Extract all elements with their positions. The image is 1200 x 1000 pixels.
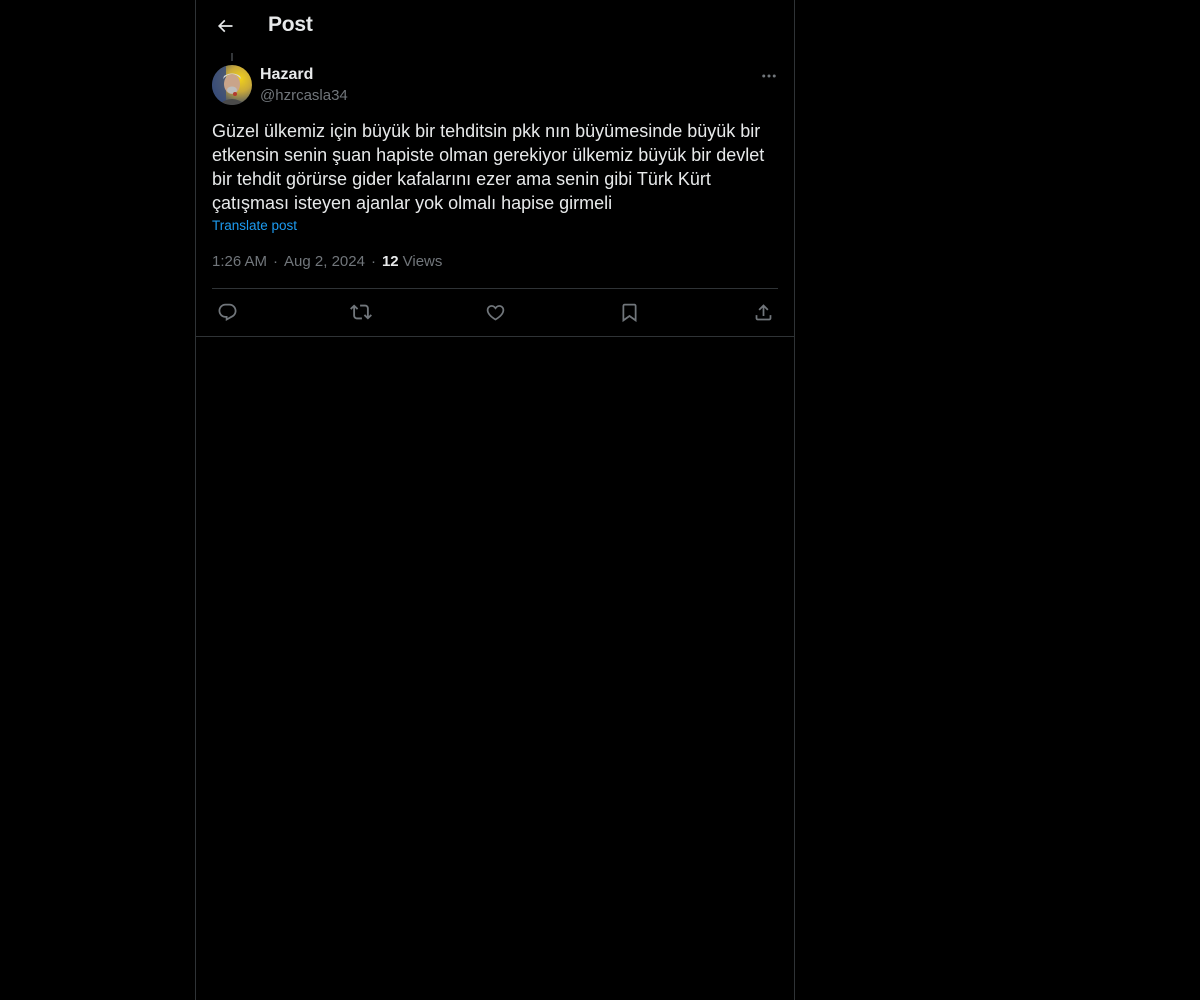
views-count: 12 (381, 253, 399, 270)
avatar[interactable] (212, 65, 252, 105)
repost-icon (350, 301, 372, 323)
divider (212, 288, 778, 289)
repost-button[interactable] (346, 297, 376, 327)
heart-icon (485, 302, 506, 323)
more-options-button[interactable] (754, 61, 784, 91)
meta-separator: · (273, 253, 279, 270)
post: Hazard @hzrcasla34 Güzel ülkemiz için bü… (196, 61, 794, 336)
post-date[interactable]: Aug 2, 2024 (284, 253, 365, 270)
author-name[interactable]: Hazard (260, 65, 348, 85)
bookmark-button[interactable] (614, 297, 644, 327)
post-text: Güzel ülkemiz için büyük bir tehditsin p… (212, 121, 765, 213)
reply-icon (217, 302, 238, 323)
page-title: Post (268, 13, 313, 36)
translate-post-link[interactable]: Translate post (212, 218, 297, 233)
post-meta: 1:26 AM · Aug 2, 2024 · 12 Views (212, 253, 442, 270)
arrow-left-icon (215, 16, 235, 36)
meta-separator: · (370, 253, 376, 270)
author-block: Hazard @hzrcasla34 (260, 65, 348, 106)
top-bar: Post (196, 0, 794, 53)
like-button[interactable] (480, 297, 510, 327)
more-horizontal-icon (760, 67, 778, 85)
author-handle[interactable]: @hzrcasla34 (260, 86, 348, 106)
back-button[interactable] (208, 9, 242, 43)
post-bottom-divider (196, 336, 794, 337)
thread-connector-line (231, 53, 233, 61)
share-button[interactable] (748, 297, 778, 327)
share-icon (753, 302, 774, 323)
action-bar (212, 296, 778, 328)
main-column: Post Hazard @hzrcasla34 Güzel ülkemiz iç… (195, 0, 795, 1000)
reply-button[interactable] (212, 297, 242, 327)
post-time[interactable]: 1:26 AM (212, 253, 267, 270)
bookmark-icon (619, 302, 640, 323)
views-label: Views (402, 253, 443, 270)
